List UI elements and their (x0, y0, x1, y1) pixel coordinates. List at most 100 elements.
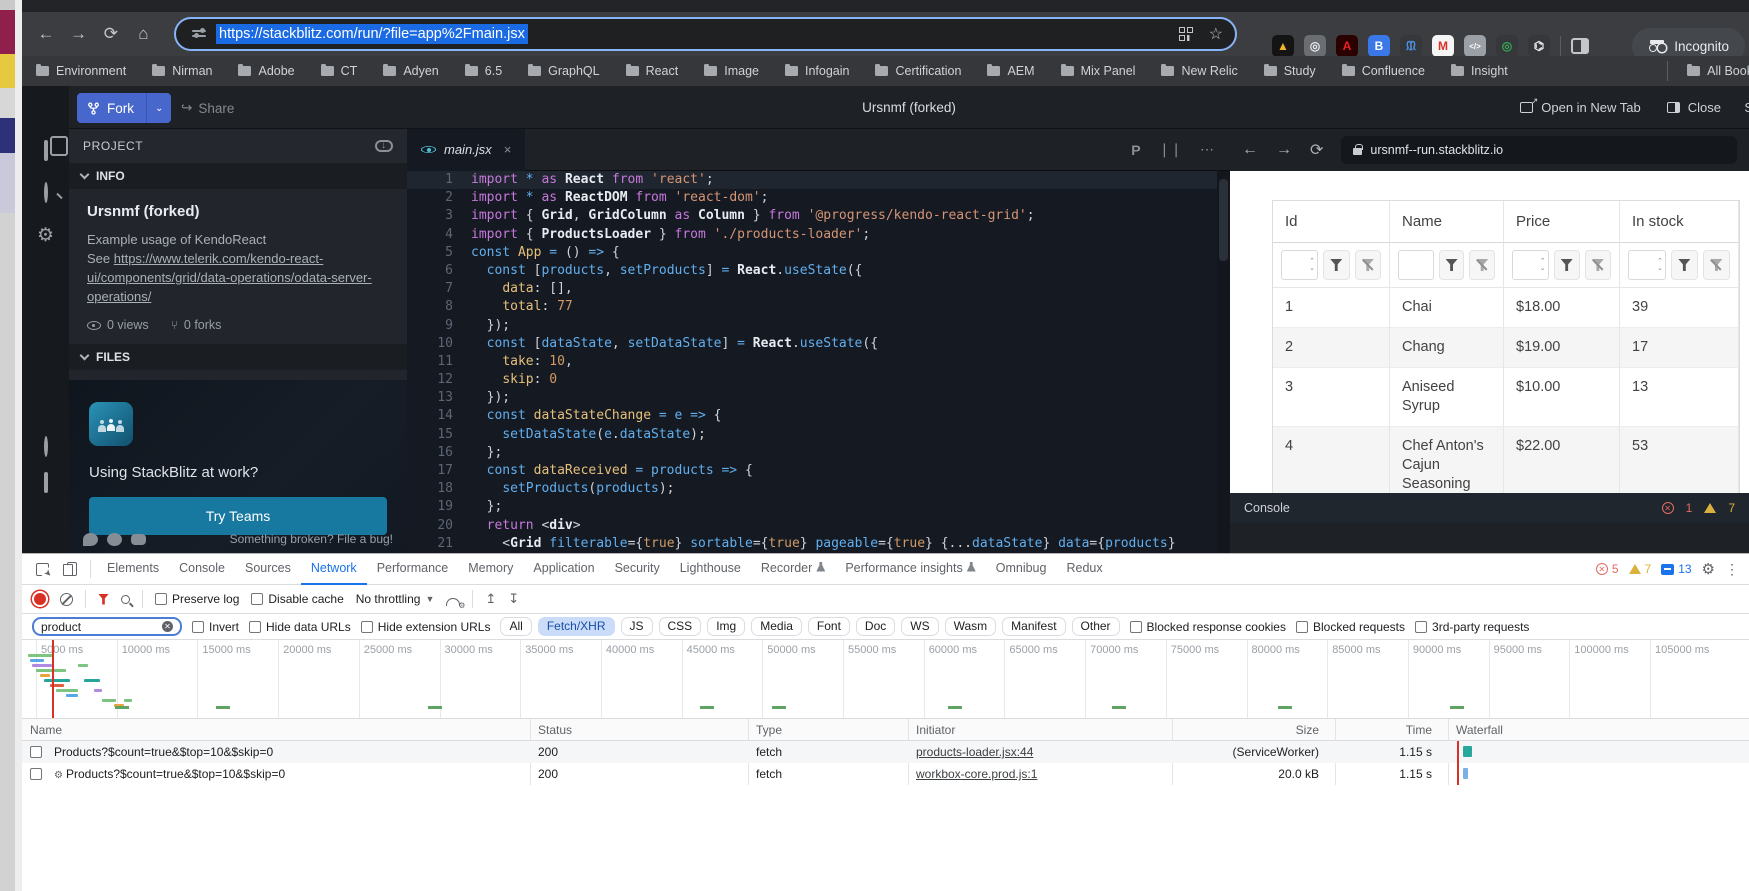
devtools-settings-icon[interactable]: ⚙ (1702, 560, 1715, 578)
search-network-icon[interactable] (121, 595, 130, 604)
filter-input[interactable]: product ✕ (32, 617, 182, 636)
filter-input[interactable] (1628, 250, 1666, 280)
resource-pill-img[interactable]: Img (707, 617, 745, 636)
twitter-icon[interactable] (83, 533, 98, 546)
throttling-select[interactable]: No throttling▼ (356, 592, 435, 606)
bookmark-item[interactable]: AEM (987, 64, 1034, 78)
code-line[interactable]: 16 }; (407, 444, 1230, 462)
grid-data-row[interactable]: 2Chang$19.0017 (1273, 328, 1739, 368)
bookmark-item[interactable]: Confluence (1342, 64, 1425, 78)
network-col-header[interactable]: Name (22, 719, 70, 741)
telerik-link[interactable]: https://www.telerik.com/kendo-react-ui/c… (87, 251, 372, 304)
bookmark-item[interactable]: React (626, 64, 679, 78)
devtools-tab-redux[interactable]: Redux (1056, 554, 1112, 585)
home-icon[interactable]: ⌂ (129, 12, 157, 56)
network-conditions-icon[interactable] (446, 598, 460, 606)
devtools-tab-console[interactable]: Console (169, 554, 235, 585)
network-col-header[interactable]: Type (748, 719, 790, 741)
devtools-tab-sources[interactable]: Sources (235, 554, 301, 585)
resource-pill-fetch-xhr[interactable]: Fetch/XHR (538, 617, 615, 636)
blocked-requests-checkbox[interactable]: Blocked requests (1296, 620, 1405, 634)
prettier-icon[interactable]: P (1131, 142, 1140, 158)
resource-pill-css[interactable]: CSS (659, 617, 702, 636)
devtools-tab-network[interactable]: Network (301, 554, 367, 585)
device-toolbar-icon[interactable] (60, 559, 84, 579)
devtools-tab-performance[interactable]: Performance (367, 554, 459, 585)
download-project-icon[interactable] (375, 140, 393, 152)
bookmark-item[interactable]: CT (321, 64, 358, 78)
open-in-new-tab-button[interactable]: Open in New Tab (1520, 100, 1641, 115)
network-col-header[interactable]: Initiator (908, 719, 963, 741)
resource-pill-js[interactable]: JS (621, 617, 653, 636)
network-request-row[interactable]: ⚙Products?$count=true&$top=10&$skip=0200… (22, 763, 1749, 785)
network-col-header[interactable]: Time (1335, 719, 1440, 741)
bookmark-item[interactable]: New Relic (1161, 64, 1237, 78)
devtools-tab-omnibug[interactable]: Omnibug (986, 554, 1057, 585)
request-initiator[interactable]: workbox-core.prod.js:1 (908, 763, 1045, 785)
code-line[interactable]: 4import { ProductsLoader } from './produ… (407, 226, 1230, 244)
bookmark-item[interactable]: 6.5 (465, 64, 502, 78)
tab-main-jsx[interactable]: main.jsx × (407, 129, 525, 171)
bookmark-item[interactable]: Image (704, 64, 759, 78)
inspect-element-icon[interactable] (30, 559, 54, 579)
bookmark-item[interactable]: Study (1264, 64, 1316, 78)
devtools-menu-icon[interactable]: ⋮ (1725, 561, 1739, 578)
filter-input[interactable] (1398, 250, 1434, 280)
address-bar[interactable]: https://stackblitz.com/run/?file=app%2Fm… (174, 17, 1237, 51)
clear-network-icon[interactable] (60, 593, 73, 606)
preview-reload-icon[interactable]: ⟳ (1310, 140, 1323, 160)
devtools-tab-security[interactable]: Security (605, 554, 670, 585)
grid-column-header[interactable]: Id (1273, 201, 1390, 243)
info-section-header[interactable]: INFO (69, 163, 407, 189)
third-party-checkbox[interactable]: 3rd-party requests (1415, 620, 1529, 634)
filter-button[interactable] (1439, 250, 1465, 280)
file-bug-link[interactable]: Something broken? File a bug! (230, 532, 393, 546)
preserve-log-checkbox[interactable]: Preserve log (155, 592, 239, 606)
code-line[interactable]: 5const App = () => { (407, 244, 1230, 262)
bookmark-item[interactable]: Insight (1451, 64, 1508, 78)
code-line[interactable]: 3import { Grid, GridColumn as Column } f… (407, 207, 1230, 225)
try-teams-button[interactable]: Try Teams (89, 497, 387, 535)
all-bookmarks-button[interactable]: All Bookmarks (1667, 56, 1749, 86)
preview-console-bar[interactable]: Console ✕ 1 7 (1230, 493, 1749, 523)
devtools-tab-performance-insights[interactable]: Performance insights (835, 554, 985, 585)
code-area[interactable]: 1import * as React from 'react';2import … (407, 171, 1230, 553)
issues-badge[interactable]: 13 (1661, 562, 1691, 576)
bookmark-star-icon[interactable]: ☆ (1209, 24, 1223, 44)
resource-pill-doc[interactable]: Doc (856, 617, 895, 636)
hide-extension-urls-checkbox[interactable]: Hide extension URLs (361, 620, 491, 634)
network-col-header[interactable]: Waterfall (1448, 719, 1511, 741)
disable-cache-checkbox[interactable]: Disable cache (251, 592, 343, 606)
filter-input[interactable] (1281, 250, 1318, 280)
code-line[interactable]: 13 }); (407, 389, 1230, 407)
resource-pill-font[interactable]: Font (808, 617, 850, 636)
close-tab-icon[interactable]: × (504, 142, 512, 157)
camera-extension-icon[interactable]: ◎ (1304, 35, 1326, 57)
reload-icon[interactable]: ⟳ (97, 12, 125, 56)
code-line[interactable]: 2import * as ReactDOM from 'react-dom'; (407, 189, 1230, 207)
preview-url-bar[interactable]: ursnmf--run.stackblitz.io (1341, 136, 1737, 164)
blocked-cookies-checkbox[interactable]: Blocked response cookies (1130, 620, 1286, 634)
resource-pill-other[interactable]: Other (1072, 617, 1120, 636)
network-timeline-ruler[interactable]: 5000 ms10000 ms15000 ms20000 ms25000 ms3… (22, 640, 1749, 719)
editor-scrollbar[interactable] (1217, 171, 1230, 553)
bookmark-item[interactable]: Certification (875, 64, 961, 78)
settings-panel-icon[interactable]: ⚙ (22, 224, 69, 247)
code-line[interactable]: 7 data: [], (407, 280, 1230, 298)
bookmark-item[interactable]: Nirman (152, 64, 212, 78)
devtools-tab-lighthouse[interactable]: Lighthouse (670, 554, 751, 585)
resource-pill-wasm[interactable]: Wasm (945, 617, 997, 636)
bookmark-item[interactable]: Infogain (785, 64, 849, 78)
code-line[interactable]: 17 const dataReceived = products => { (407, 462, 1230, 480)
filter-button[interactable] (1323, 250, 1350, 280)
record-network-icon[interactable] (34, 593, 46, 605)
code-line[interactable]: 12 skip: 0 (407, 371, 1230, 389)
resource-pill-all[interactable]: All (500, 617, 531, 636)
tag-extension-icon[interactable]: B (1368, 35, 1390, 57)
hide-data-urls-checkbox[interactable]: Hide data URLs (249, 620, 351, 634)
prism-extension-icon[interactable]: ▲ (1272, 35, 1294, 57)
warning-badge[interactable]: 7 (1629, 562, 1652, 576)
tune-icon[interactable] (192, 29, 206, 39)
preview-back-icon[interactable]: ← (1242, 141, 1258, 159)
row-checkbox[interactable] (30, 768, 42, 780)
